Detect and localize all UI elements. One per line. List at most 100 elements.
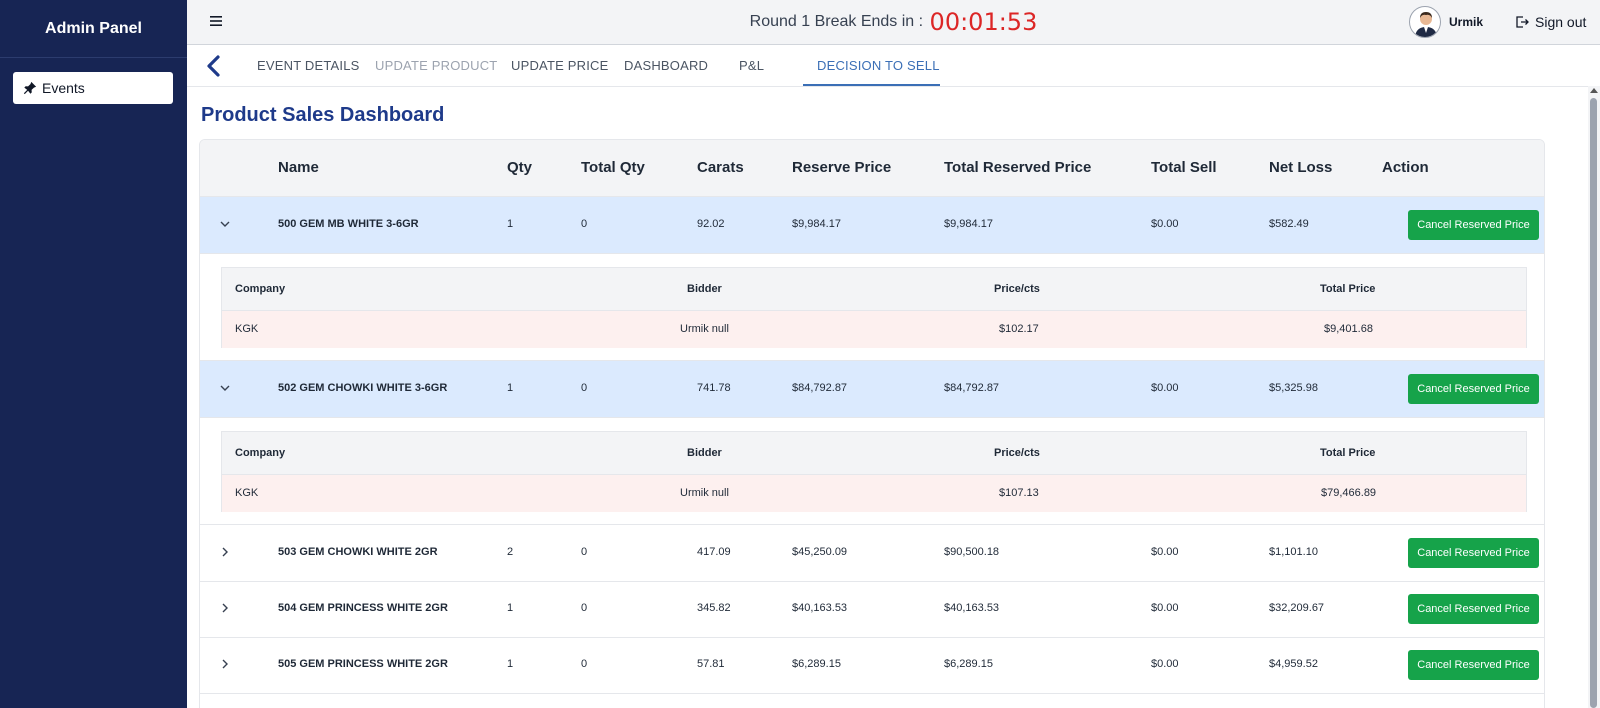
avatar[interactable] <box>1409 6 1441 38</box>
bids-table-header: Company Bidder Price/cts Total Price <box>222 268 1526 311</box>
cell-net-loss: $32,209.67 <box>1269 602 1325 614</box>
cancel-reserved-price-button[interactable]: Cancel Reserved Price <box>1408 594 1539 624</box>
tab-update-product[interactable]: UPDATE PRODUCT <box>375 58 497 73</box>
cell-qty: 1 <box>507 382 514 394</box>
sidebar-item-events[interactable]: Events <box>13 72 173 104</box>
scrollbar-thumb[interactable] <box>1590 98 1597 708</box>
break-timer: Round 1 Break Ends in : 00:01:53 <box>187 8 1600 36</box>
cell-name: 500 GEM MB WHITE 3-6GR <box>278 218 419 230</box>
cell-reserve-price: $9,984.17 <box>792 218 841 230</box>
cancel-reserved-price-button[interactable]: Cancel Reserved Price <box>1408 374 1539 404</box>
cell-reserve-price: $84,792.87 <box>792 382 848 394</box>
cell-total-reserved-price: $6,289.15 <box>944 658 993 670</box>
topbar: Round 1 Break Ends in : 00:01:53 Urmik S… <box>187 0 1600 45</box>
cancel-reserved-price-button[interactable]: Cancel Reserved Price <box>1408 650 1539 680</box>
cell-net-loss: $4,959.52 <box>1269 658 1318 670</box>
chevron-right-icon[interactable] <box>218 601 232 615</box>
header-qty: Qty <box>507 159 533 176</box>
chevron-right-icon[interactable] <box>218 657 232 671</box>
table-row[interactable]: 504 GEM PRINCESS WHITE 2GR 1 0 345.82 $4… <box>200 581 1544 638</box>
bids-table: Company Bidder Price/cts Total Price KGK… <box>221 267 1527 348</box>
cell-carats: 92.02 <box>697 218 725 230</box>
timer-value: 00:01:53 <box>929 8 1038 36</box>
cell-total-qty: 0 <box>581 218 588 230</box>
scroll-up-arrow-icon[interactable] <box>1590 88 1598 93</box>
header-action: Action <box>1382 159 1429 176</box>
back-chevron-icon[interactable] <box>204 54 224 78</box>
cell-reserve-price: $40,163.53 <box>792 602 848 614</box>
sidebar: Admin Panel Events <box>0 0 187 708</box>
cell-qty: 1 <box>507 602 514 614</box>
cell-total-reserved-price: $40,163.53 <box>944 602 1000 614</box>
cell-reserve-price: $45,250.09 <box>792 546 848 558</box>
bid-row: KGK Urmik null $107.13 $79,466.89 <box>222 475 1526 512</box>
cell-net-loss: $1,101.10 <box>1269 546 1318 558</box>
bid-price-cts: $102.17 <box>999 323 1039 335</box>
cell-total-sell: $0.00 <box>1151 382 1179 394</box>
tab-dashboard[interactable]: DASHBOARD <box>624 58 708 73</box>
bids-panel: Company Bidder Price/cts Total Price KGK… <box>200 418 1544 525</box>
cell-name: 505 GEM PRINCESS WHITE 2GR <box>278 658 448 670</box>
pin-icon <box>22 80 38 96</box>
cell-total-sell: $0.00 <box>1151 658 1179 670</box>
sub-header-bidder: Bidder <box>687 447 722 459</box>
table-header: Name Qty Total Qty Carats Reserve Price … <box>200 140 1544 197</box>
tab-decision-to-sell[interactable]: DECISION TO SELL <box>817 58 940 73</box>
table-row[interactable]: 503 GEM CHOWKI WHITE 2GR 2 0 417.09 $45,… <box>200 525 1544 582</box>
sidebar-title: Admin Panel <box>0 0 187 58</box>
chevron-down-icon[interactable] <box>218 381 232 395</box>
sub-header-bidder: Bidder <box>687 283 722 295</box>
cancel-reserved-price-button[interactable]: Cancel Reserved Price <box>1408 210 1539 240</box>
bid-total-price: $9,401.68 <box>1324 323 1373 335</box>
cell-qty: 1 <box>507 218 514 230</box>
bid-bidder: Urmik null <box>680 323 729 335</box>
cell-total-sell: $0.00 <box>1151 602 1179 614</box>
cell-total-reserved-price: $90,500.18 <box>944 546 1000 558</box>
cell-name: 504 GEM PRINCESS WHITE 2GR <box>278 602 448 614</box>
header-total-sell: Total Sell <box>1151 159 1217 176</box>
timer-label: Round 1 Break Ends in : <box>749 13 924 30</box>
cell-total-sell: $0.00 <box>1151 218 1179 230</box>
bids-panel: Company Bidder Price/cts Total Price KGK… <box>200 254 1544 361</box>
bids-table: Company Bidder Price/cts Total Price KGK… <box>221 431 1527 512</box>
tab-update-price[interactable]: UPDATE PRICE <box>511 58 609 73</box>
cell-total-qty: 0 <box>581 546 588 558</box>
active-tab-indicator <box>803 84 940 86</box>
chevron-right-icon[interactable] <box>218 545 232 559</box>
cell-reserve-price: $6,289.15 <box>792 658 841 670</box>
sub-header-price-cts: Price/cts <box>994 447 1040 459</box>
bid-total-price: $79,466.89 <box>1321 487 1377 499</box>
tab-pl[interactable]: P&L <box>739 58 764 73</box>
cell-name: 503 GEM CHOWKI WHITE 2GR <box>278 546 438 558</box>
header-reserve-price: Reserve Price <box>792 159 892 176</box>
cell-total-qty: 0 <box>581 602 588 614</box>
product-sales-table: Name Qty Total Qty Carats Reserve Price … <box>199 139 1545 708</box>
bid-price-cts: $107.13 <box>999 487 1039 499</box>
sub-header-company: Company <box>235 283 286 295</box>
cell-carats: 345.82 <box>697 602 731 614</box>
page-scrollbar[interactable] <box>1588 86 1600 708</box>
cell-total-sell: $0.00 <box>1151 546 1179 558</box>
user-name: Urmik <box>1449 15 1484 29</box>
header-net-loss: Net Loss <box>1269 159 1333 176</box>
table-row[interactable]: 500 GEM MB WHITE 3-6GR 1 0 92.02 $9,984.… <box>200 197 1544 254</box>
cell-total-reserved-price: $9,984.17 <box>944 218 993 230</box>
sub-header-total-price: Total Price <box>1320 447 1376 459</box>
cell-carats: 57.81 <box>697 658 725 670</box>
table-row[interactable]: 502 GEM CHOWKI WHITE 3-6GR 1 0 741.78 $8… <box>200 361 1544 418</box>
bid-bidder: Urmik null <box>680 487 729 499</box>
cancel-reserved-price-button[interactable]: Cancel Reserved Price <box>1408 538 1539 568</box>
cell-net-loss: $5,325.98 <box>1269 382 1318 394</box>
bid-company: KGK <box>235 323 259 335</box>
sub-header-price-cts: Price/cts <box>994 283 1040 295</box>
sign-out-button[interactable]: Sign out <box>1515 14 1586 30</box>
cell-net-loss: $582.49 <box>1269 218 1309 230</box>
bid-company: KGK <box>235 487 259 499</box>
chevron-down-icon[interactable] <box>218 217 232 231</box>
cell-total-reserved-price: $84,792.87 <box>944 382 1000 394</box>
table-row[interactable]: 505 GEM PRINCESS WHITE 2GR 1 0 57.81 $6,… <box>200 637 1544 694</box>
tab-event-details[interactable]: EVENT DETAILS <box>257 58 360 73</box>
cell-total-qty: 0 <box>581 382 588 394</box>
cell-name: 502 GEM CHOWKI WHITE 3-6GR <box>278 382 448 394</box>
cell-carats: 741.78 <box>697 382 731 394</box>
